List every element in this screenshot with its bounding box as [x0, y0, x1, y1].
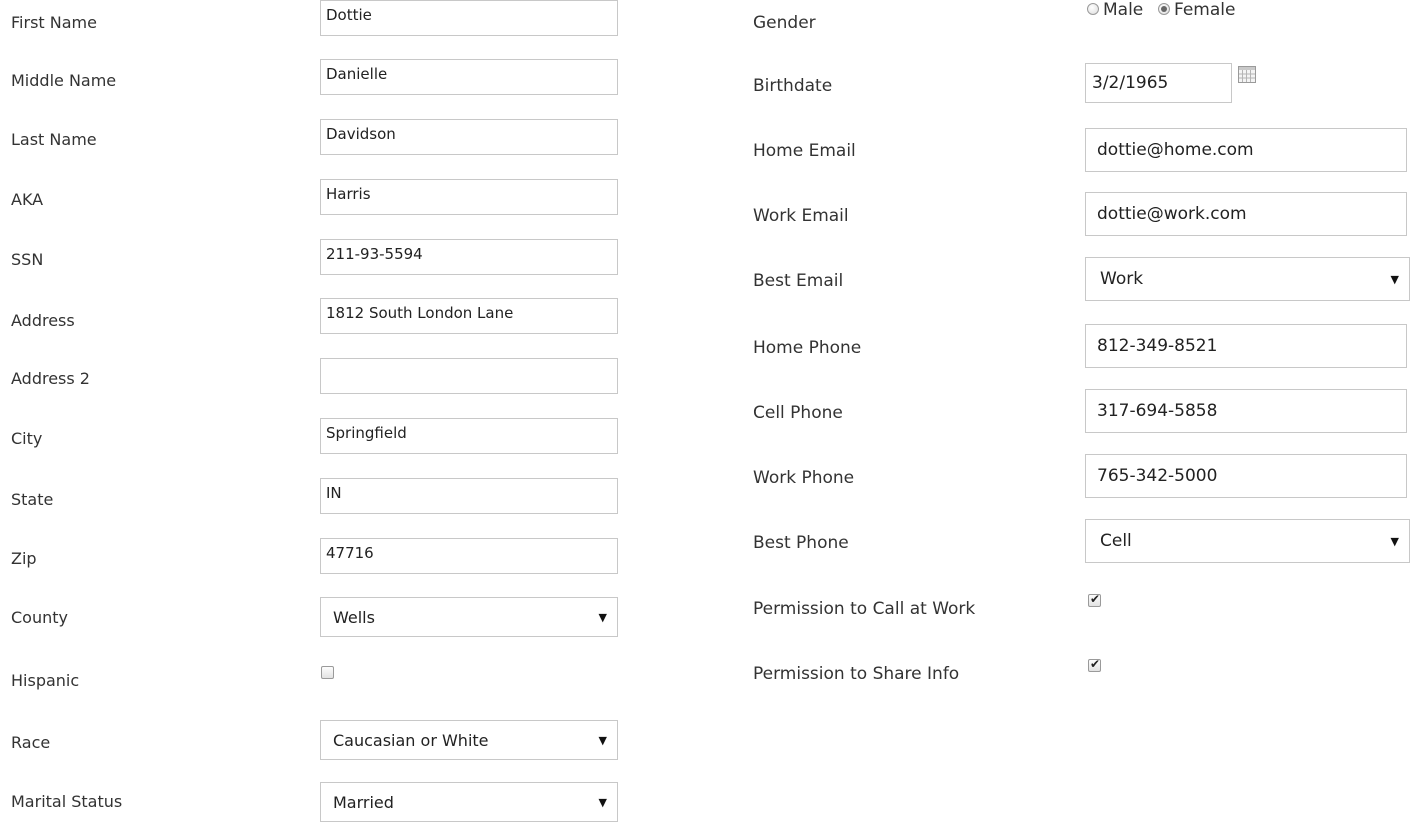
- cell-phone-label: Cell Phone: [753, 403, 843, 423]
- calendar-icon[interactable]: [1238, 66, 1256, 83]
- aka-input[interactable]: [320, 179, 618, 215]
- work-email-label: Work Email: [753, 206, 849, 226]
- marital-status-select[interactable]: Married ▼: [320, 782, 618, 822]
- permission-call-work-checkbox[interactable]: ✔: [1088, 592, 1101, 607]
- best-phone-label: Best Phone: [753, 533, 849, 553]
- gender-male-radio[interactable]: [1087, 3, 1099, 15]
- gender-male-label: Male: [1103, 0, 1144, 20]
- caret-down-icon: ▼: [598, 610, 607, 624]
- home-email-label: Home Email: [753, 141, 856, 161]
- state-label: State: [11, 490, 54, 509]
- city-label: City: [11, 429, 43, 448]
- best-phone-select[interactable]: Cell ▼: [1085, 519, 1410, 563]
- first-name-label: First Name: [11, 13, 97, 32]
- county-selected-value: Wells: [333, 607, 375, 627]
- zip-label: Zip: [11, 549, 37, 568]
- best-email-selected-value: Work: [1100, 269, 1144, 289]
- address2-input[interactable]: [320, 358, 618, 394]
- home-phone-label: Home Phone: [753, 338, 862, 358]
- best-phone-selected-value: Cell: [1100, 531, 1132, 551]
- middle-name-label: Middle Name: [11, 71, 117, 90]
- last-name-input[interactable]: [320, 119, 618, 155]
- checkmark-icon: ✔: [1090, 592, 1101, 606]
- work-phone-label: Work Phone: [753, 468, 855, 488]
- address-label: Address: [11, 311, 75, 330]
- caret-down-icon: ▼: [598, 795, 607, 809]
- permission-call-work-label: Permission to Call at Work: [753, 599, 976, 619]
- city-input[interactable]: [320, 418, 618, 454]
- marital-status-label: Marital Status: [11, 792, 123, 811]
- marital-status-selected-value: Married: [333, 792, 394, 812]
- best-email-label: Best Email: [753, 271, 844, 291]
- ssn-label: SSN: [11, 250, 44, 269]
- cell-phone-input[interactable]: [1085, 389, 1407, 433]
- caret-down-icon: ▼: [1390, 534, 1399, 548]
- home-email-input[interactable]: [1085, 128, 1407, 172]
- best-email-select[interactable]: Work ▼: [1085, 257, 1410, 301]
- address2-label: Address 2: [11, 369, 90, 388]
- race-label: Race: [11, 733, 51, 752]
- last-name-label: Last Name: [11, 130, 97, 149]
- home-phone-input[interactable]: [1085, 324, 1407, 368]
- work-phone-input[interactable]: [1085, 454, 1407, 498]
- permission-share-info-label: Permission to Share Info: [753, 664, 960, 684]
- hispanic-checkbox[interactable]: [321, 666, 334, 679]
- caret-down-icon: ▼: [1390, 272, 1399, 286]
- gender-female-label: Female: [1174, 0, 1236, 20]
- aka-label: AKA: [11, 190, 44, 209]
- birthdate-label: Birthdate: [753, 76, 833, 96]
- permission-share-info-checkbox[interactable]: ✔: [1088, 657, 1101, 672]
- checkmark-icon: ✔: [1090, 657, 1101, 671]
- county-label: County: [11, 608, 68, 627]
- county-select[interactable]: Wells ▼: [320, 597, 618, 637]
- birthdate-input[interactable]: [1085, 63, 1232, 103]
- middle-name-input[interactable]: [320, 59, 618, 95]
- ssn-input[interactable]: [320, 239, 618, 275]
- first-name-input[interactable]: [320, 0, 618, 36]
- race-select[interactable]: Caucasian or White ▼: [320, 720, 618, 760]
- gender-female-radio[interactable]: [1158, 3, 1170, 15]
- work-email-input[interactable]: [1085, 192, 1407, 236]
- gender-label: Gender: [753, 13, 816, 33]
- state-input[interactable]: [320, 478, 618, 514]
- caret-down-icon: ▼: [598, 733, 607, 747]
- zip-input[interactable]: [320, 538, 618, 574]
- hispanic-label: Hispanic: [11, 671, 80, 690]
- race-selected-value: Caucasian or White: [333, 730, 489, 750]
- address-input[interactable]: [320, 298, 618, 334]
